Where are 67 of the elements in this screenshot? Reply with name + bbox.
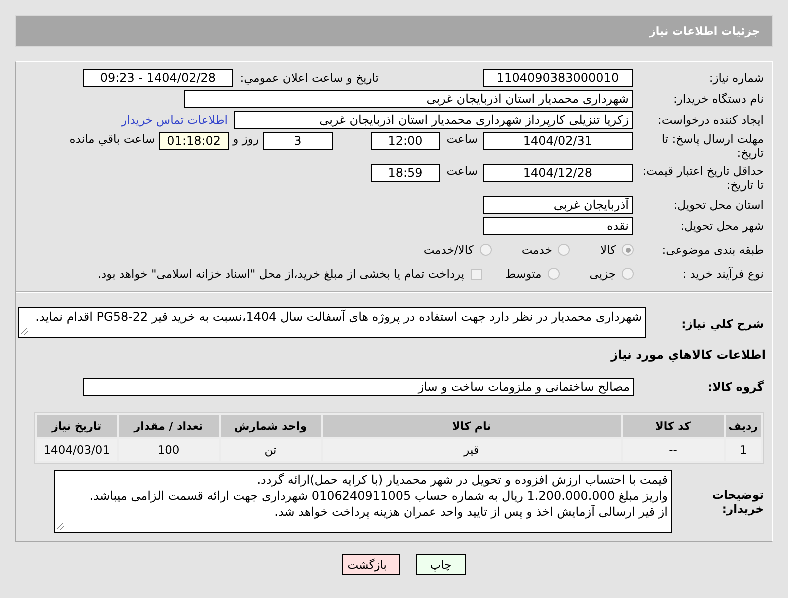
column-header: تاریخ نیاز xyxy=(37,415,117,437)
input-field[interactable]: 3 xyxy=(263,132,333,150)
note-line: از قیر ارسالی آزمایش اخذ و پس از تایید واحد عمران هزینه پرداخت خواهد شد. xyxy=(274,504,668,520)
input-field[interactable]: 1104090383000010 xyxy=(483,69,633,87)
back-button[interactable]: بازگشت xyxy=(342,554,400,575)
field-label: ساعت باقي مانده xyxy=(70,132,156,146)
description-field[interactable]: شهرداری محمدیار در نظر دارد جهت استفاده در پروژه های آسفالت سال 1404،نسبت به خرید قیر PG58-22 اقدام نماید. xyxy=(18,307,646,338)
field-label: نوع فرآیند خرید : xyxy=(682,267,765,281)
table-cell: 1404/03/01 xyxy=(37,439,117,461)
input-field[interactable]: نقده xyxy=(483,217,633,235)
field-label: حداقل تاریخ اعتبار قیمت: تا تاریخ: xyxy=(642,164,765,192)
field-label: ایجاد کننده درخواست: xyxy=(657,113,765,127)
radio-button[interactable] xyxy=(622,268,634,280)
note-line: قیمت با احتساب ارزش افزوده و تحویل در شهر محمدیار (با کرایه حمل)ارائه گردد. xyxy=(256,472,668,488)
input-field[interactable]: 1404/02/28 - 09:23 xyxy=(83,69,234,87)
input-field[interactable]: 01:18:02 xyxy=(159,132,230,150)
radio-button[interactable] xyxy=(548,268,560,280)
field-label: کالا/خدمت xyxy=(424,243,474,257)
section-heading: اطلاعات کالاهاي مورد نیاز xyxy=(611,348,766,362)
field-label: پرداخت تمام یا بخشی از مبلغ خرید،از محل "اسناد خزانه اسلامی" خواهد بود. xyxy=(98,267,465,281)
input-field[interactable]: مصالح ساختمانی و ملزومات ساخت و ساز xyxy=(83,378,634,396)
page-title: جزئیات اطلاعات نیاز xyxy=(650,24,760,38)
table-cell: 1 xyxy=(726,439,761,461)
checkbox[interactable] xyxy=(470,268,482,280)
radio-button[interactable] xyxy=(622,244,634,256)
field-label: گروه کالا: xyxy=(707,380,765,394)
input-field[interactable]: آذربایجان غربی xyxy=(483,196,633,214)
column-header: واحد شمارش xyxy=(220,415,321,437)
radio-button[interactable] xyxy=(480,244,492,256)
field-label: تاریخ و ساعت اعلان عمومي: xyxy=(240,71,379,85)
column-header: نام کالا xyxy=(322,415,621,437)
column-header: کد کالا xyxy=(622,415,724,437)
field-label: جزیی xyxy=(590,267,616,281)
field-label: کالا xyxy=(600,243,616,257)
table-cell: تن xyxy=(220,439,321,461)
column-header: ردیف xyxy=(726,415,761,437)
field-label: طبقه بندی موضوعی: xyxy=(661,243,765,257)
input-field[interactable]: 12:00 xyxy=(371,132,440,150)
table-cell: -- xyxy=(622,439,724,461)
column-header: تعداد / مقدار xyxy=(118,415,219,437)
table-cell: قیر xyxy=(322,439,621,461)
note-line: واریز مبلغ 1.200.000.000 ریال به شماره حساب 0106240911005 شهرداری جهت ارائه قسمت الزامی میباشد. xyxy=(88,488,668,504)
input-field[interactable]: 1404/02/31 xyxy=(483,132,633,150)
field-label: شماره نیاز: xyxy=(708,71,765,85)
radio-button[interactable] xyxy=(558,244,570,256)
print-button[interactable]: چاپ xyxy=(416,554,466,575)
description-text: شهرداری محمدیار در نظر دارد جهت استفاده در پروژه های آسفالت سال 1404،نسبت به خرید قیر PG58-22 اقدام نماید. xyxy=(36,310,642,324)
input-field[interactable]: شهرداری محمدیار استان اذربایجان غربی xyxy=(184,90,633,108)
input-field[interactable]: زکریا تنزیلی کارپرداز شهرداری محمدیار استان اذربایجان غربی xyxy=(234,111,633,129)
field-label: ساعت xyxy=(446,132,478,146)
field-label: نام دستگاه خریدار: xyxy=(672,92,765,106)
notes-field[interactable] xyxy=(54,470,672,533)
input-field[interactable]: 1404/12/28 xyxy=(483,164,633,182)
field-label: خدمت xyxy=(522,243,552,257)
contact-link[interactable]: اطلاعات تماس خریدار xyxy=(121,113,228,127)
field-label: متوسط xyxy=(506,267,542,281)
field-label: مهلت ارسال پاسخ: تا تاریخ: xyxy=(660,132,765,160)
field-label: ساعت xyxy=(446,164,478,178)
field-label: شرح کلي نیاز: xyxy=(680,316,765,331)
table-cell: 100 xyxy=(118,439,219,461)
field-label: روز و xyxy=(233,132,259,146)
resize-grip-icon xyxy=(57,523,64,530)
field-label: شهر محل تحویل: xyxy=(680,219,765,233)
resize-grip-icon xyxy=(21,328,28,335)
field-label: توضیحات خریدار: xyxy=(712,488,765,516)
input-field[interactable]: 18:59 xyxy=(371,164,440,182)
field-label: استان محل تحویل: xyxy=(672,198,765,212)
